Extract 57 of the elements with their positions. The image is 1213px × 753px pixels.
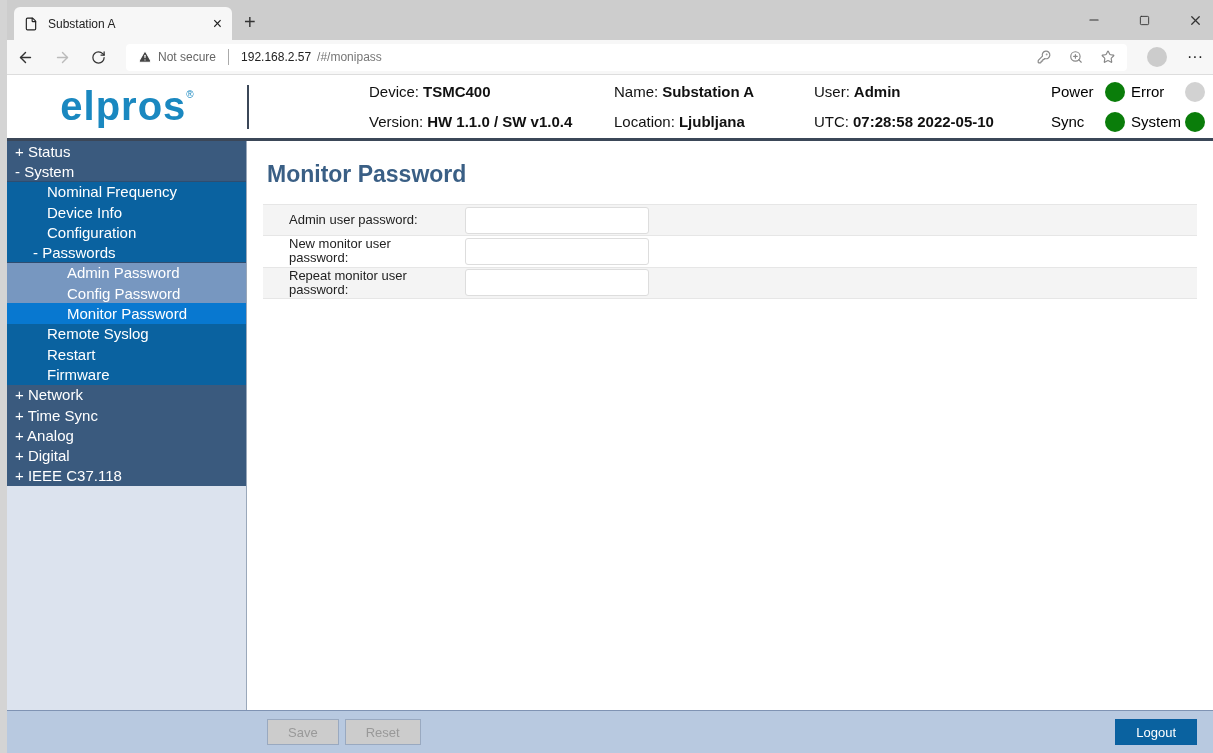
field-label: Admin user password: bbox=[288, 212, 419, 228]
field-value: TSMC400 bbox=[423, 83, 491, 100]
field-value: Admin bbox=[853, 83, 901, 100]
field-label: Name: bbox=[614, 83, 659, 100]
address-bar[interactable]: Not secure 192.168.2.57 /#/monipass bbox=[126, 43, 1127, 71]
sidebar-item[interactable]: + Digital bbox=[7, 445, 246, 466]
field-label: Device: bbox=[369, 83, 420, 100]
indicator-label: System bbox=[1131, 113, 1181, 130]
field-label: New monitor user password: bbox=[288, 237, 392, 266]
warning-icon bbox=[138, 50, 152, 64]
zoom-icon[interactable] bbox=[1069, 50, 1083, 64]
field-label: Location: bbox=[614, 113, 675, 130]
sidebar-item[interactable]: Monitor Password bbox=[7, 303, 246, 324]
sidebar-item[interactable]: Configuration bbox=[7, 222, 246, 243]
sidebar-item[interactable]: Firmware bbox=[7, 364, 246, 385]
password-field[interactable] bbox=[465, 237, 649, 265]
page-title: Monitor Password bbox=[267, 161, 468, 188]
sidebar-item[interactable]: Nominal Frequency bbox=[7, 181, 246, 202]
security-label: Not secure bbox=[158, 50, 217, 64]
field-value: 07:28:58 2022-05-10 bbox=[853, 113, 994, 130]
reload-icon[interactable] bbox=[91, 49, 106, 65]
field-label: User: bbox=[814, 83, 850, 100]
registered-mark: ® bbox=[186, 89, 194, 100]
close-tab-button[interactable]: × bbox=[212, 14, 222, 33]
field-label: UTC: bbox=[814, 113, 849, 130]
field-label: Version: bbox=[369, 113, 424, 130]
footer-button[interactable]: Logout bbox=[1115, 719, 1197, 745]
password-field[interactable] bbox=[465, 269, 649, 297]
sidebar-item[interactable]: Device Info bbox=[7, 201, 246, 223]
sidebar-item[interactable]: + IEEE C37.118 bbox=[7, 465, 246, 487]
field-value: HW 1.1.0 / SW v1.0.4 bbox=[427, 113, 573, 130]
sidebar-item[interactable]: - Passwords bbox=[7, 242, 246, 263]
tab-title: Substation A bbox=[48, 16, 117, 31]
sidebar-item[interactable]: - System bbox=[7, 161, 246, 182]
page-icon bbox=[24, 16, 38, 31]
url-path: /#/monipass bbox=[317, 50, 382, 64]
browser-tab[interactable]: Substation A × bbox=[14, 7, 232, 40]
field-label: Repeat monitor user password: bbox=[288, 268, 408, 298]
sidebar-item[interactable]: Remote Syslog bbox=[7, 323, 246, 344]
favorite-icon[interactable] bbox=[1101, 50, 1115, 64]
sidebar-item[interactable]: Restart bbox=[7, 343, 246, 365]
indicator-label: Error bbox=[1131, 83, 1165, 100]
sidebar-item[interactable]: + Analog bbox=[7, 425, 246, 446]
sidebar-item[interactable]: + Time Sync bbox=[7, 404, 246, 426]
new-tab-button[interactable]: + bbox=[244, 11, 256, 34]
sidebar-item[interactable]: + Status bbox=[7, 141, 246, 162]
url-host: 192.168.2.57 bbox=[241, 50, 312, 64]
sidebar-item[interactable]: + Network bbox=[7, 384, 246, 405]
password-field[interactable] bbox=[465, 206, 649, 234]
indicator-label: Power bbox=[1051, 83, 1094, 100]
logo: elpros bbox=[60, 84, 187, 129]
indicator-label: Sync bbox=[1051, 113, 1085, 130]
key-icon[interactable] bbox=[1037, 50, 1051, 64]
more-button[interactable]: ··· bbox=[1187, 48, 1203, 66]
field-value: Substation A bbox=[662, 83, 755, 100]
maximize-icon[interactable] bbox=[1139, 14, 1150, 26]
field-value: Ljubljana bbox=[678, 113, 745, 130]
